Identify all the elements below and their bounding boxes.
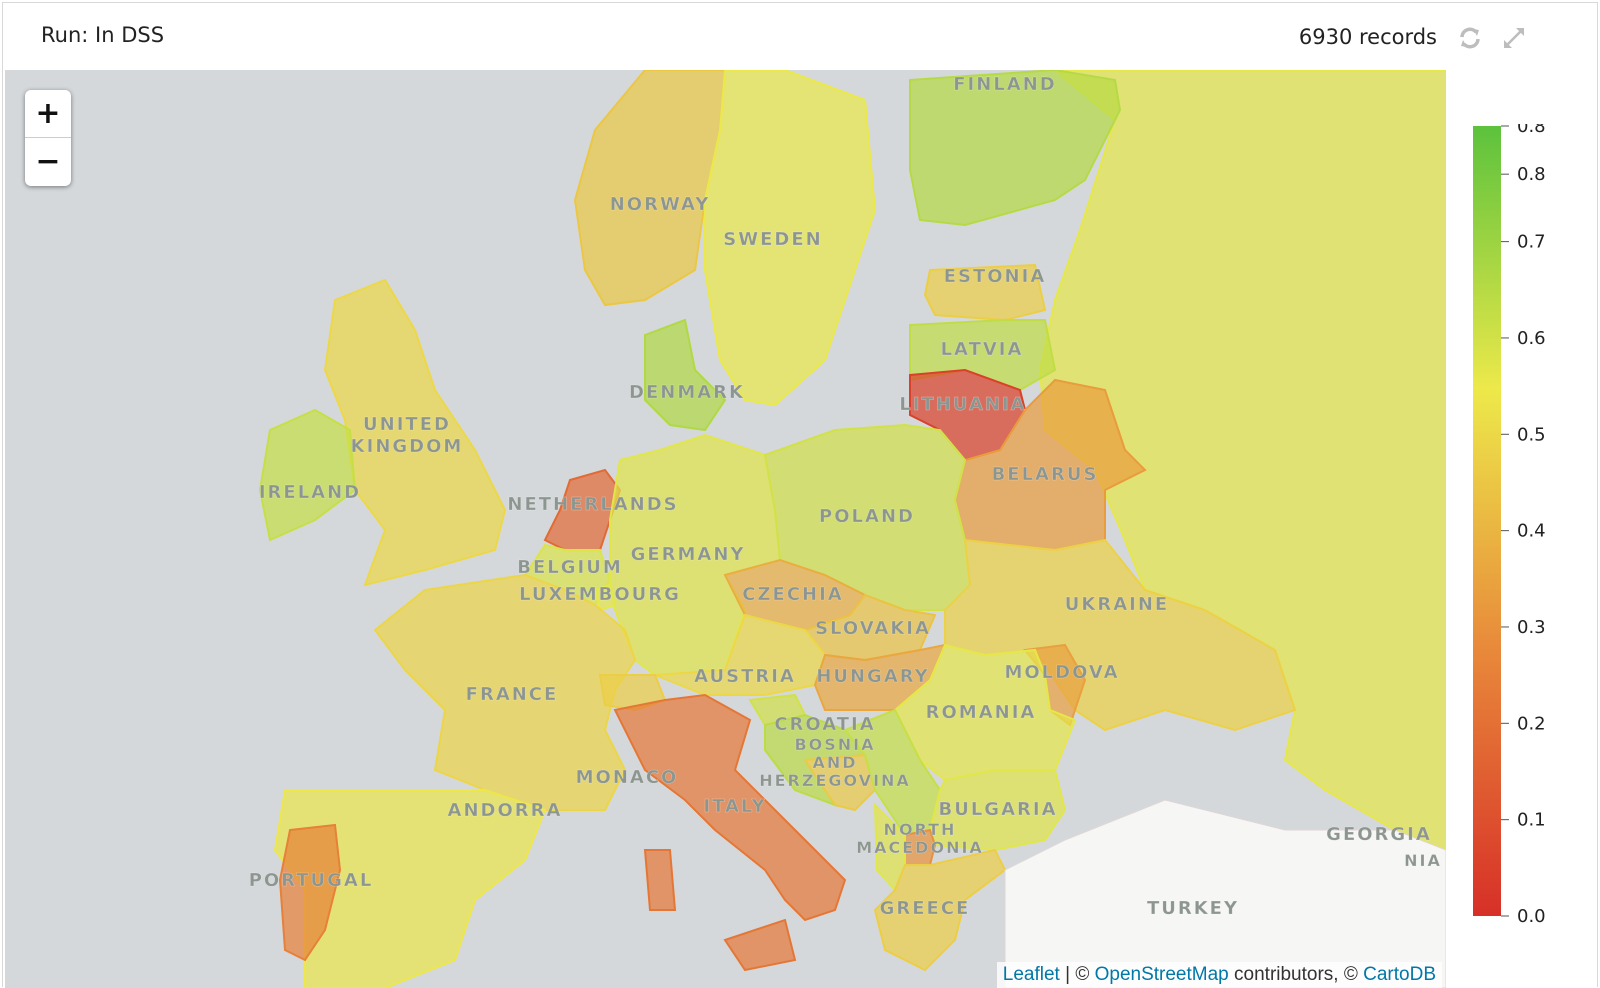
label-georgia: GEORGIA: [1326, 824, 1432, 845]
region-sicily[interactable]: [723, 918, 797, 972]
label-north: NORTH: [884, 820, 957, 839]
label-slovakia: SLOVAKIA: [815, 618, 931, 639]
zoom-in-button[interactable]: +: [25, 90, 71, 138]
legend-tick-label: 0.5: [1517, 424, 1546, 445]
label-united: UNITED: [363, 414, 451, 435]
label-denmark: DENMARK: [629, 382, 745, 403]
label-italy: ITALY: [703, 796, 766, 817]
label-portugal: PORTUGAL: [249, 870, 374, 891]
record-count: 6930 records: [1298, 25, 1437, 49]
label-croatia: CROATIA: [774, 714, 875, 735]
region-ireland[interactable]: [258, 408, 357, 542]
label-greece: GREECE: [880, 898, 971, 919]
expand-icon[interactable]: [1501, 25, 1527, 51]
region-norway[interactable]: [573, 70, 727, 307]
label-ukraine: UKRAINE: [1065, 594, 1169, 615]
label-nia: NIA: [1404, 851, 1442, 870]
label-hungary: HUNGARY: [816, 666, 929, 687]
osm-link[interactable]: OpenStreetMap: [1095, 964, 1229, 985]
legend-tick-label: 0.4: [1517, 521, 1546, 542]
leaflet-link[interactable]: Leaflet: [1003, 964, 1060, 985]
legend-tick-label: 0.8: [1517, 164, 1546, 185]
legend-tick-label: 0.3: [1517, 617, 1546, 638]
legend-tick-label: 0.2: [1517, 713, 1546, 734]
legend-tick-label: 0.6: [1517, 328, 1546, 349]
color-legend: 0.8 0.8 0.7 0.6 0.5 0.4 0.3 0.2 0.1 0.0: [1473, 124, 1546, 924]
label-bulgaria: BULGARIA: [939, 799, 1058, 820]
map-canvas[interactable]: FINLAND NORWAY SWEDEN ESTONIA LATVIA LITHUANI…: [5, 70, 1446, 988]
label-poland: POLAND: [819, 506, 915, 527]
legend-tick-label: 0.0: [1517, 906, 1546, 924]
map-panel: Run: In DSS 6930 records FINLAND NORWAY SW…: [2, 2, 1598, 988]
refresh-icon[interactable]: [1457, 25, 1483, 51]
label-czechia: CZECHIA: [742, 584, 843, 605]
panel-header: Run: In DSS 6930 records: [3, 3, 1597, 69]
label-monaco: MONACO: [576, 767, 679, 788]
label-kingdom: KINGDOM: [351, 436, 464, 457]
legend-tick-label: 0.1: [1517, 810, 1546, 831]
label-latvia: LATVIA: [941, 339, 1024, 360]
label-luxembourg: LUXEMBOURG: [519, 584, 681, 605]
attribution-sep: | ©: [1059, 964, 1095, 985]
label-lithuania: LITHUANIA: [899, 394, 1026, 415]
map-attribution: Leaflet | © OpenStreetMap contributors, …: [996, 962, 1442, 988]
label-finland: FINLAND: [953, 74, 1056, 95]
legend-tick-label: 0.7: [1517, 232, 1546, 253]
cartodb-link[interactable]: CartoDB: [1363, 964, 1436, 985]
choropleth-svg: FINLAND NORWAY SWEDEN ESTONIA LATVIA LITHUANI…: [248, 70, 1446, 988]
label-ireland: IRELAND: [259, 482, 361, 503]
label-belgium: BELGIUM: [517, 557, 623, 578]
label-netherlands: NETHERLANDS: [507, 494, 678, 515]
label-turkey: TURKEY: [1147, 898, 1239, 919]
zoom-out-button[interactable]: −: [25, 138, 71, 185]
label-norway: NORWAY: [610, 194, 711, 215]
region-sardinia[interactable]: [643, 849, 677, 911]
label-and: AND: [812, 753, 857, 772]
label-germany: GERMANY: [631, 544, 746, 565]
label-estonia: ESTONIA: [944, 266, 1047, 287]
legend-tick-label: 0.8: [1517, 124, 1546, 137]
region-denmark[interactable]: [644, 318, 727, 432]
label-romania: ROMANIA: [926, 702, 1037, 723]
label-moldova: MOLDOVA: [1004, 662, 1119, 683]
label-belarus: BELARUS: [992, 464, 1099, 485]
label-bosnia: BOSNIA: [794, 735, 875, 754]
label-herzegovina: HERZEGOVINA: [759, 771, 911, 790]
attribution-text: contributors, ©: [1228, 964, 1364, 985]
label-france: FRANCE: [466, 684, 559, 705]
label-macedonia: MACEDONIA: [856, 838, 984, 857]
label-andorra: ANDORRA: [448, 800, 563, 821]
zoom-control: + −: [25, 90, 71, 186]
panel-title: Run: In DSS: [41, 23, 165, 47]
label-austria: AUSTRIA: [694, 666, 796, 687]
label-sweden: SWEDEN: [723, 229, 822, 250]
legend-color-bar: [1473, 126, 1501, 916]
